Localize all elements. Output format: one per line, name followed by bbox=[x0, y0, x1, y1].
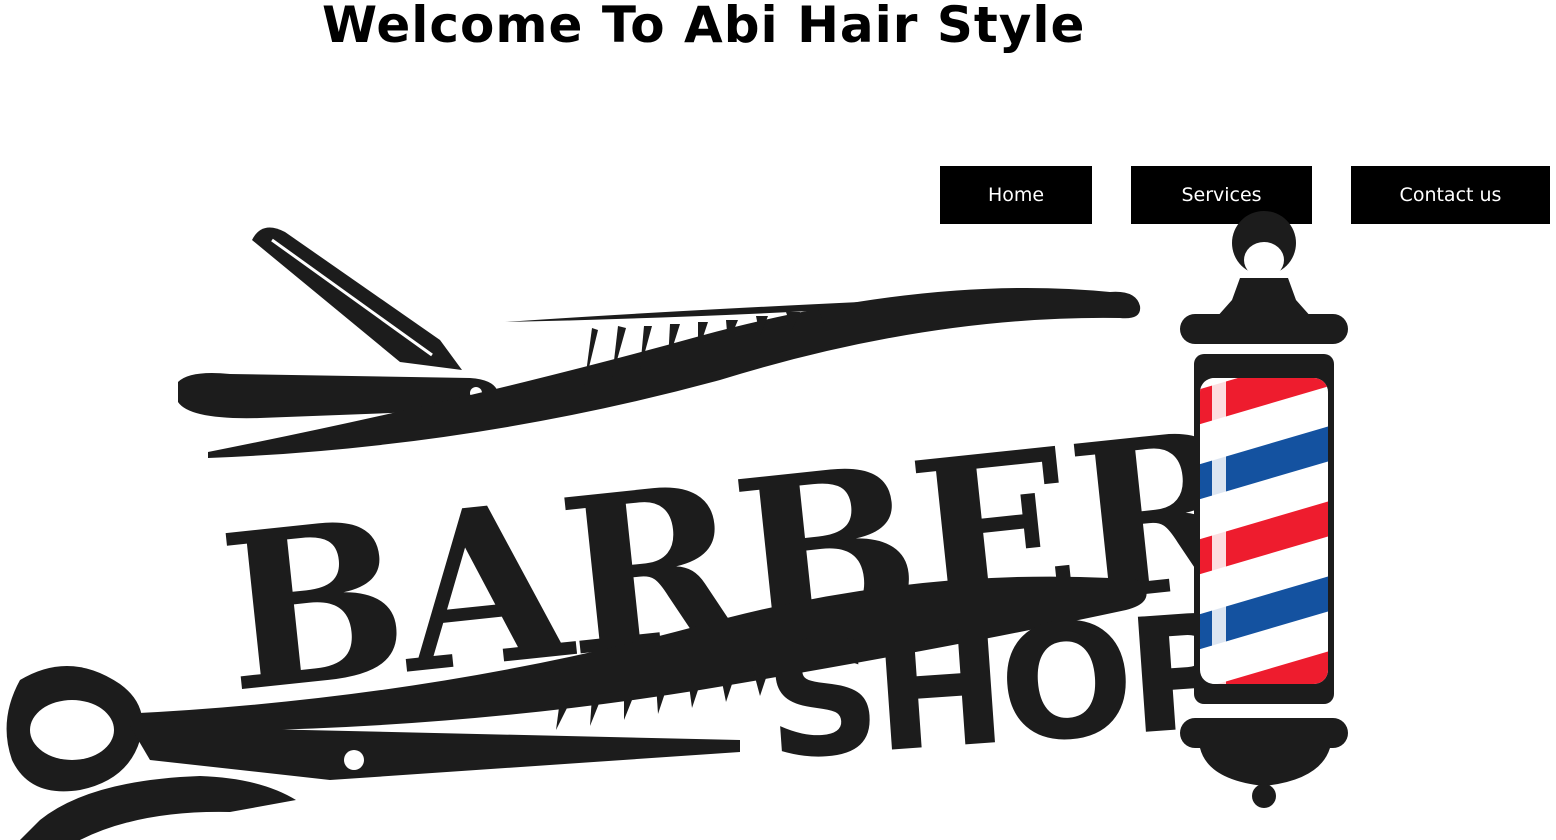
shop-wordmark: SHOP bbox=[760, 579, 1244, 796]
nav-contact-button[interactable]: Contact us bbox=[1351, 166, 1550, 224]
svg-text:SHOP: SHOP bbox=[760, 579, 1244, 796]
page-title: Welcome To Abi Hair Style bbox=[322, 0, 1086, 54]
barber-pole-icon bbox=[1180, 211, 1348, 808]
razor-icon bbox=[178, 227, 506, 428]
barber-shop-logo: BARBER SHOP bbox=[0, 200, 1380, 840]
nav-contact-label: Contact us bbox=[1399, 184, 1502, 206]
